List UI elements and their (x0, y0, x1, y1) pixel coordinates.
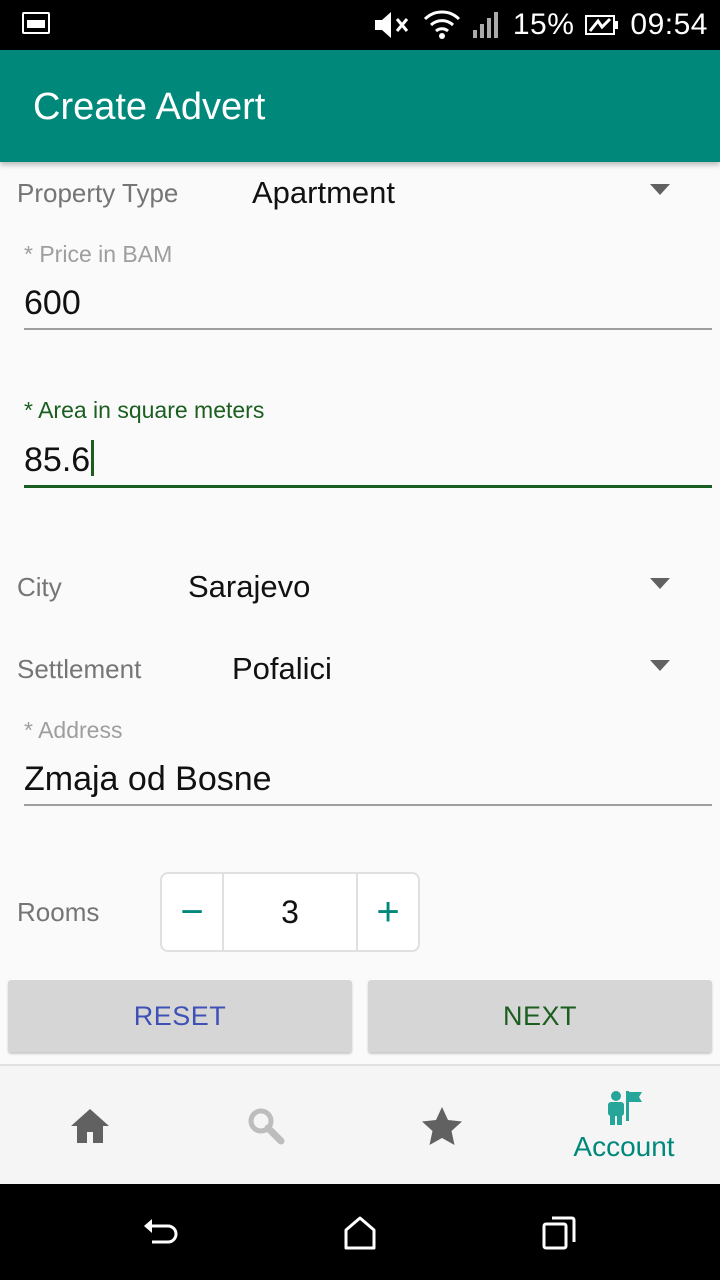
battery-percent: 15% (512, 8, 575, 41)
wifi-icon (423, 9, 461, 41)
status-bar: 15% 09:54 (0, 0, 720, 50)
reset-button[interactable]: RESET (8, 980, 352, 1052)
bottom-navigation: Account (0, 1064, 720, 1184)
search-icon (248, 1108, 285, 1145)
address-input[interactable]: Zmaja od Bosne (24, 760, 272, 799)
signal-icon (471, 10, 503, 40)
property-type-label: Property Type (17, 178, 179, 208)
area-input-text: 85.6 (24, 441, 91, 479)
settlement-value[interactable]: Pofalici (232, 651, 332, 687)
text-cursor (91, 440, 95, 476)
increment-button[interactable]: + (358, 874, 418, 950)
decrement-button[interactable]: − (162, 874, 222, 950)
dropdown-arrow-icon[interactable] (650, 184, 670, 195)
clock: 09:54 (630, 8, 708, 41)
rooms-value: 3 (222, 874, 358, 950)
home-button-icon[interactable] (340, 1212, 380, 1252)
volume-mute-icon (373, 10, 413, 40)
nav-search[interactable] (176, 1066, 356, 1186)
star-icon (422, 1107, 462, 1145)
address-label: * Address (24, 717, 123, 743)
battery-icon (584, 13, 620, 37)
dropdown-arrow-icon[interactable] (650, 578, 670, 589)
price-underline (24, 328, 712, 330)
rooms-stepper: − 3 + (160, 872, 420, 952)
area-input[interactable]: 85.6 (24, 440, 95, 480)
property-type-value[interactable]: Apartment (252, 175, 395, 211)
back-icon[interactable] (140, 1212, 180, 1252)
address-underline (24, 804, 712, 806)
status-icons: 15% 09:54 (373, 0, 708, 50)
home-icon (71, 1109, 109, 1143)
image-notification-icon (22, 12, 50, 34)
area-underline (24, 485, 712, 488)
area-label: * Area in square meters (24, 397, 265, 423)
nav-account-label: Account (573, 1131, 675, 1162)
city-label: City (17, 572, 62, 602)
app-bar: Create Advert (0, 50, 720, 162)
nav-home[interactable] (0, 1066, 180, 1186)
nav-favorites[interactable] (352, 1066, 532, 1186)
price-input[interactable]: 600 (24, 284, 81, 323)
next-button[interactable]: NEXT (368, 980, 712, 1052)
price-label: * Price in BAM (24, 241, 173, 267)
rooms-label: Rooms (17, 897, 100, 927)
page-title: Create Advert (33, 86, 266, 128)
dropdown-arrow-icon[interactable] (650, 660, 670, 671)
city-value[interactable]: Sarajevo (188, 569, 310, 605)
recents-icon[interactable] (540, 1212, 580, 1252)
settlement-label: Settlement (17, 654, 142, 684)
system-navigation-bar (0, 1184, 720, 1280)
nav-account[interactable]: Account (534, 1066, 714, 1186)
account-icon (608, 1091, 642, 1125)
